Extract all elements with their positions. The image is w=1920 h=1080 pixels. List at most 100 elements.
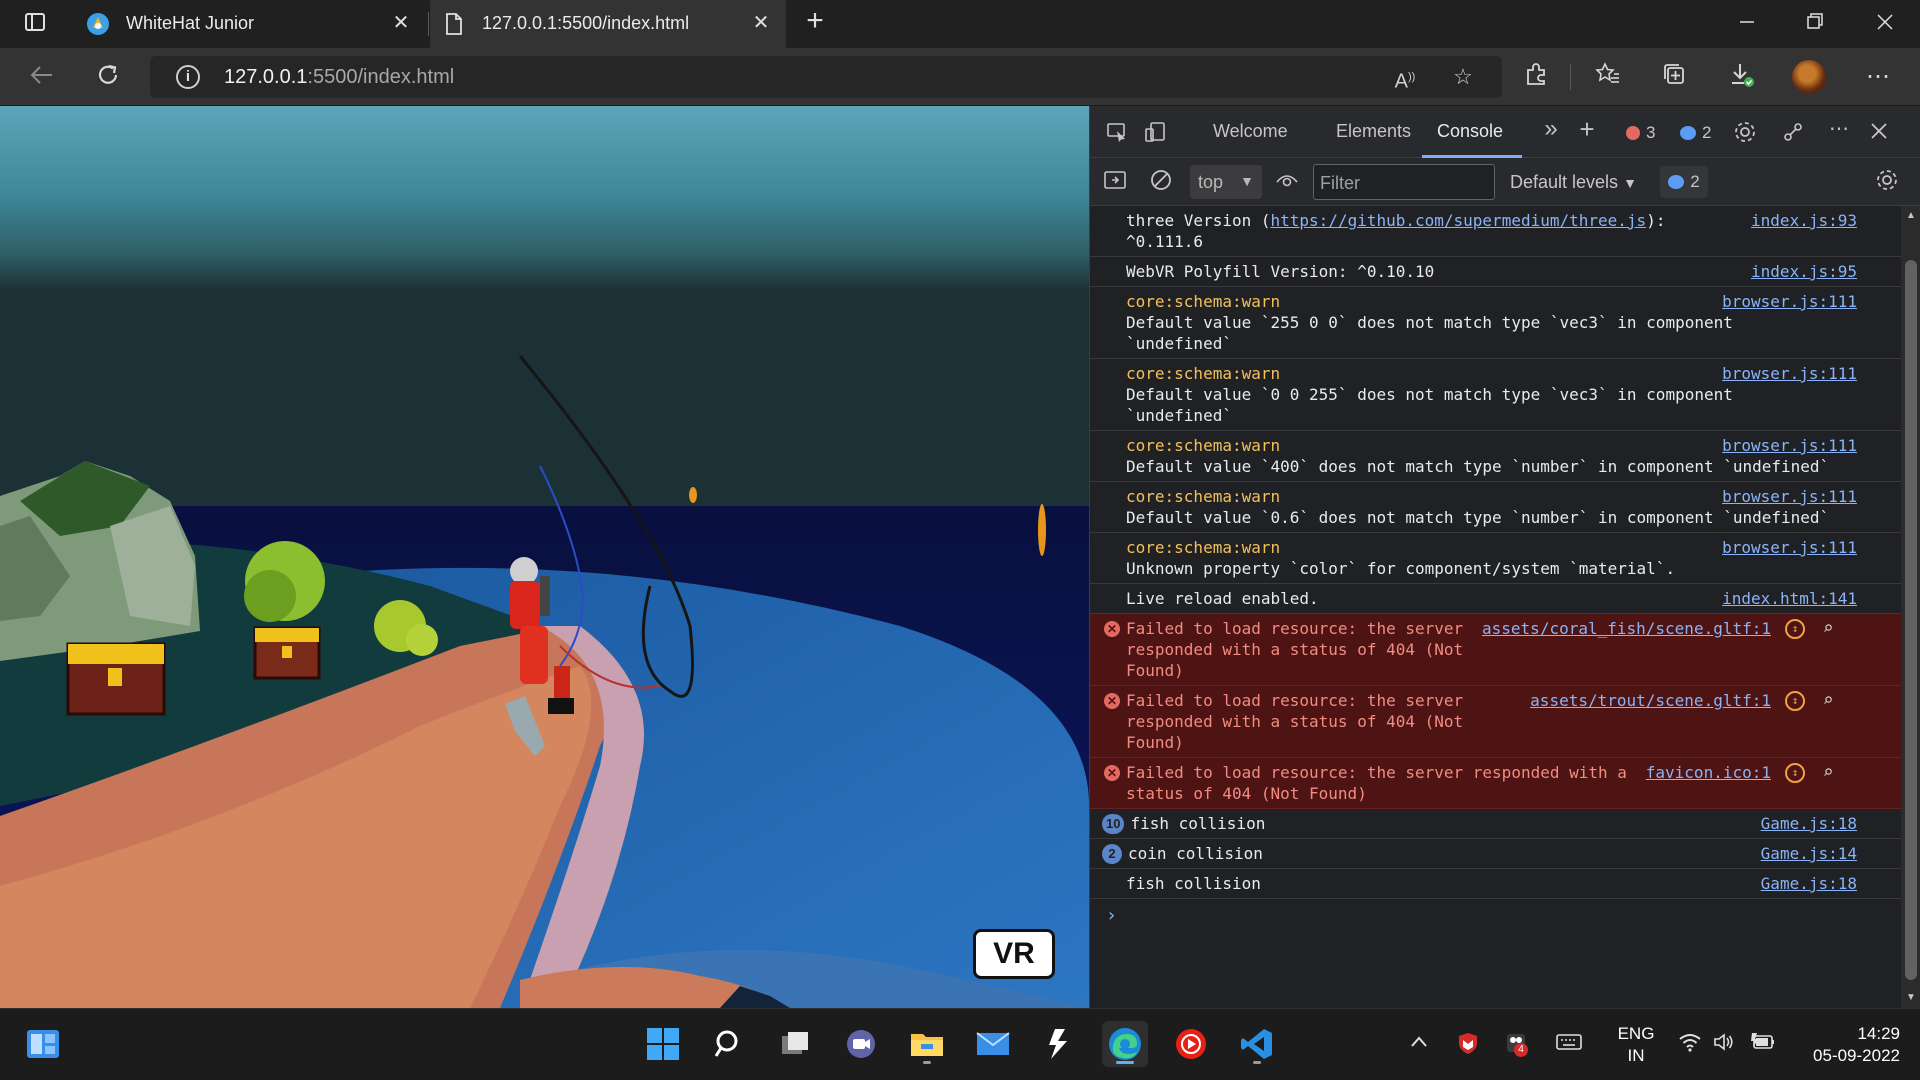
live-expression-eye-icon[interactable] [1274,168,1300,194]
scroll-up-icon[interactable]: ▲ [1905,210,1917,222]
issues-badge[interactable]: 2 [1660,166,1708,198]
restore-icon[interactable] [1800,10,1830,38]
extensions-icon[interactable] [1520,61,1552,93]
more-options-icon[interactable]: ⋯ [1826,116,1852,142]
close-devtools-icon[interactable] [1866,120,1892,146]
downloads-icon[interactable] [1726,61,1758,93]
search-icon[interactable] [706,1021,752,1067]
info-icon[interactable]: i [176,65,200,89]
source-link[interactable]: browser.js:111 [1722,486,1857,507]
console-message[interactable]: WebVR Polyfill Version: ^0.10.10 index.js… [1090,257,1901,287]
add-favorite-icon[interactable]: ☆ [1450,64,1476,90]
source-link[interactable]: browser.js:111 [1722,363,1857,384]
back-icon[interactable] [26,61,58,93]
source-link[interactable]: favicon.ico:1 [1646,762,1771,783]
log-levels-dropdown[interactable]: Default levels ▼ [1510,172,1637,193]
language-indicator[interactable]: ENG IN [1616,1023,1656,1067]
console-warning[interactable]: core:schema:warn Default value `0 0 255`… [1090,359,1901,431]
console-settings-gear-icon[interactable] [1874,168,1900,194]
close-tab-icon[interactable]: ✕ [390,12,412,34]
tab-elements[interactable]: Elements [1336,121,1411,142]
network-panel-icon[interactable]: ↕ [1785,763,1805,783]
vr-button[interactable]: VR [973,929,1055,979]
profile-avatar[interactable] [1792,60,1826,94]
settings-and-more-icon[interactable]: ⋯ [1862,61,1894,93]
task-view-icon[interactable] [772,1021,818,1067]
source-link[interactable]: browser.js:111 [1722,291,1857,312]
filter-input[interactable]: Filter [1313,164,1495,200]
wifi-icon[interactable] [1678,1031,1702,1059]
app-tray-icon[interactable]: 4 [1504,1031,1528,1061]
edge-browser-icon[interactable] [1102,1021,1148,1067]
source-link[interactable]: assets/trout/scene.gltf:1 [1530,690,1771,711]
scroll-down-icon[interactable]: ▼ [1905,992,1917,1004]
chevron-up-icon[interactable] [1408,1031,1430,1059]
tab-console[interactable]: Console [1437,121,1503,142]
add-tab-button[interactable]: + [1574,116,1600,142]
search-icon[interactable]: ⌕ [1817,618,1839,640]
console-message[interactable]: three Version (https://github.com/superm… [1090,206,1901,257]
favorites-icon[interactable] [1592,61,1624,93]
source-link[interactable]: Game.js:18 [1761,873,1857,894]
network-panel-icon[interactable]: ↕ [1785,691,1805,711]
widgets-icon[interactable] [20,1021,66,1067]
network-panel-icon[interactable]: ↕ [1785,619,1805,639]
refresh-icon[interactable] [92,61,124,93]
console-error[interactable]: ✕ Failed to load resource: the server res… [1090,686,1901,758]
close-tab-icon[interactable]: ✕ [750,12,772,34]
tab-localhost[interactable]: 127.0.0.1:5500/index.html ✕ [430,0,786,48]
youtube-music-icon[interactable] [1168,1021,1214,1067]
tab-actions-icon[interactable] [20,10,50,38]
tab-whitehat-junior[interactable]: WhiteHat Junior ✕ [74,0,426,48]
address-bar[interactable]: i 127.0.0.1:5500/index.html A)) ☆ [150,56,1502,98]
source-link[interactable]: Game.js:18 [1761,813,1857,834]
scrollbar-thumb[interactable] [1905,260,1917,980]
console-warning[interactable]: core:schema:warn Unknown property `color… [1090,533,1901,584]
message-link[interactable]: https://github.com/supermedium/three.js [1271,211,1647,230]
toggle-sidebar-icon[interactable] [1102,168,1128,194]
messages-badge[interactable]: 2 [1674,120,1717,146]
clear-console-icon[interactable] [1148,168,1174,194]
source-link[interactable]: assets/coral_fish/scene.gltf:1 [1482,618,1771,639]
battery-icon[interactable] [1750,1031,1776,1059]
console-message-group[interactable]: 10 fish collision Game.js:18 [1090,809,1901,839]
tab-welcome[interactable]: Welcome [1213,121,1288,142]
console-error[interactable]: ✕ Failed to load resource: the server res… [1090,758,1901,809]
console-message[interactable]: fish collision Game.js:18 [1090,869,1901,899]
console-warning[interactable]: core:schema:warn Default value `0.6` doe… [1090,482,1901,533]
context-selector[interactable]: top ▼ [1190,165,1262,199]
keyboard-icon[interactable] [1556,1031,1582,1059]
source-link[interactable]: browser.js:111 [1722,537,1857,558]
source-link[interactable]: index.html:141 [1722,588,1857,609]
settings-gear-icon[interactable] [1732,120,1758,146]
source-link[interactable]: index.js:93 [1751,210,1857,231]
close-window-icon[interactable] [1870,10,1900,38]
console-error[interactable]: ✕ Failed to load resource: the server res… [1090,614,1901,686]
search-icon[interactable]: ⌕ [1817,690,1839,712]
lightning-app-icon[interactable] [1036,1021,1082,1067]
console-message-group[interactable]: 2 coin collision Game.js:14 [1090,839,1901,869]
console-message[interactable]: Live reload enabled. index.html:141 [1090,584,1901,614]
connected-devices-icon[interactable] [1780,120,1806,146]
clock[interactable]: 14:29 05-09-2022 [1790,1023,1900,1067]
vscode-icon[interactable] [1234,1021,1280,1067]
file-explorer-icon[interactable] [904,1021,950,1067]
mail-icon[interactable] [970,1021,1016,1067]
console-warning[interactable]: core:schema:warn Default value `400` doe… [1090,431,1901,482]
source-link[interactable]: Game.js:14 [1761,843,1857,864]
volume-icon[interactable] [1712,1031,1736,1059]
new-tab-button[interactable]: + [800,4,830,37]
console-scrollbar[interactable]: ▲ ▼ [1901,206,1920,1008]
collections-icon[interactable] [1658,61,1690,93]
source-link[interactable]: index.js:95 [1751,261,1857,282]
start-icon[interactable] [640,1021,686,1067]
minimize-icon[interactable] [1732,10,1762,38]
errors-badge[interactable]: 3 [1620,120,1661,146]
read-aloud-icon[interactable]: A)) [1392,64,1418,93]
more-tabs-icon[interactable]: » [1538,116,1564,142]
inspect-element-icon[interactable] [1104,120,1130,146]
source-link[interactable]: browser.js:111 [1722,435,1857,456]
console-warning[interactable]: core:schema:warn Default value `255 0 0`… [1090,287,1901,359]
device-emulation-icon[interactable] [1142,120,1168,146]
mcafee-shield-icon[interactable] [1456,1031,1480,1061]
